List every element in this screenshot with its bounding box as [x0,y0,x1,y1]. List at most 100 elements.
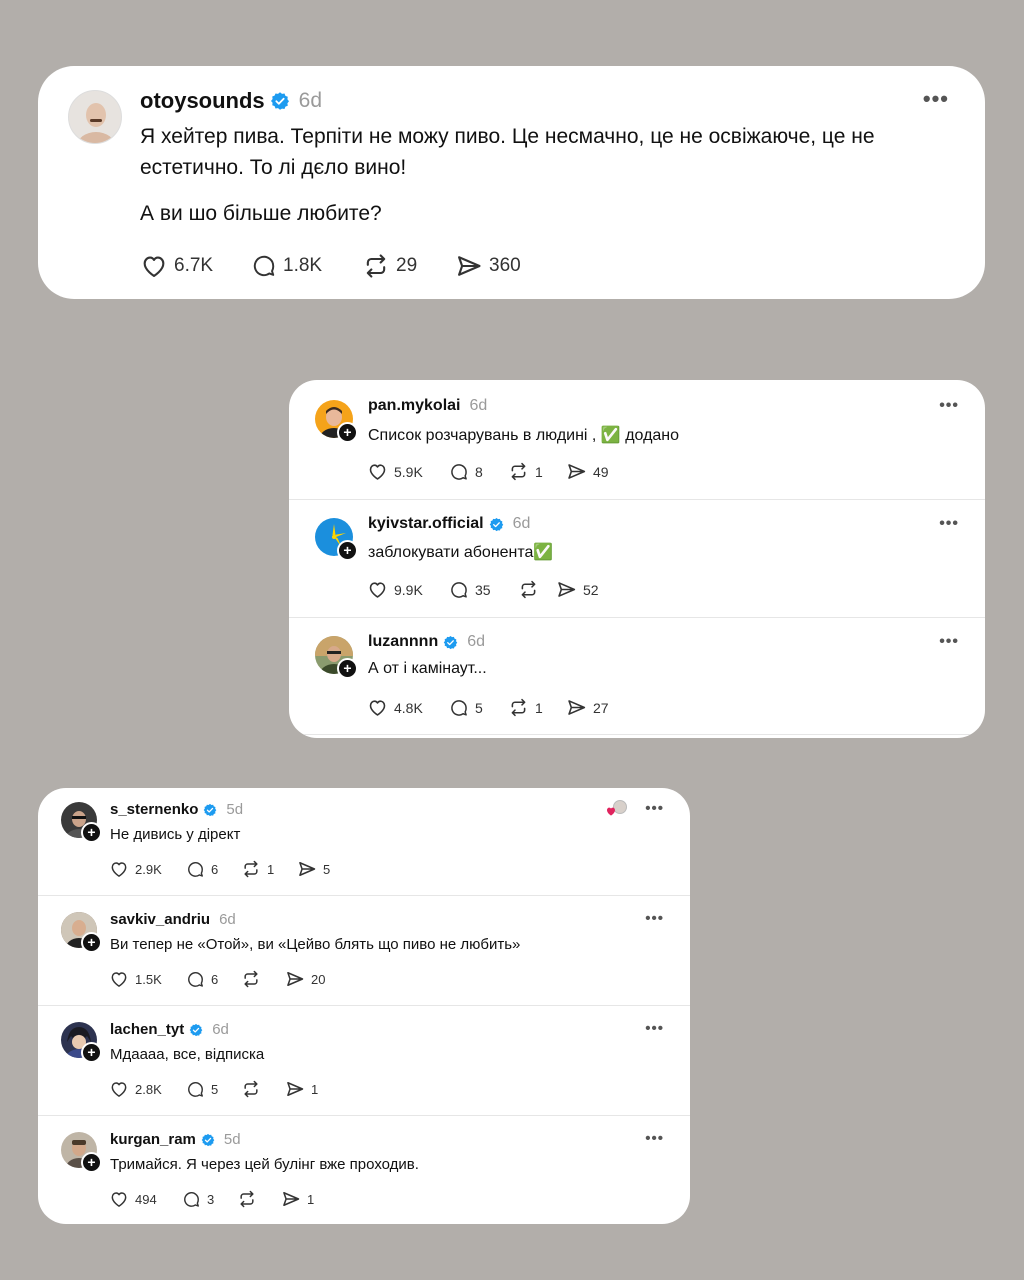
reply-button[interactable]: 5 [449,698,508,718]
more-options-icon[interactable]: ••• [923,86,949,112]
username[interactable]: lachen_tyt [110,1021,184,1038]
reply-count: 5 [211,1081,219,1097]
share-button[interactable]: 5 [297,859,330,879]
reply-button[interactable]: 35 [449,580,518,600]
follow-plus-icon[interactable]: + [81,932,102,953]
heart-icon [367,697,388,718]
comment-icon [186,860,205,879]
verified-badge-icon [270,91,290,111]
avatar[interactable]: + [61,912,102,953]
repost-button[interactable]: 1 [508,697,566,718]
repost-icon [237,1189,257,1209]
heart-icon [367,461,388,482]
share-button[interactable]: 52 [556,579,599,600]
more-options-icon[interactable]: ••• [645,910,664,927]
like-button[interactable]: 5.9K [367,461,449,482]
verified-badge-icon [443,635,458,650]
share-button[interactable]: 49 [566,461,609,482]
more-options-icon[interactable]: ••• [645,800,664,817]
username[interactable]: otoysounds [140,88,265,114]
post-time: 5d [226,801,244,818]
post-actions: 9.9K 35 52 [367,579,599,600]
share-button[interactable]: 360 [455,252,521,280]
username[interactable]: luzannnn [368,633,438,651]
comment-icon [449,580,469,600]
like-button[interactable]: 1.5K [109,969,186,989]
share-button[interactable]: 27 [566,697,609,718]
reply-button[interactable]: 3 [182,1190,237,1209]
repost-button[interactable]: 1 [508,461,566,482]
verified-badge-icon [189,1023,203,1037]
reply-text: Тримайся. Я через цей булінг вже проходи… [110,1156,419,1173]
more-options-icon[interactable]: ••• [939,397,959,415]
more-options-icon[interactable]: ••• [939,515,959,533]
reply-button[interactable]: 8 [449,462,508,482]
follow-plus-icon[interactable]: + [81,1152,102,1173]
repost-button[interactable] [518,579,556,600]
repost-button[interactable]: 29 [362,252,455,280]
share-count: 52 [583,581,599,598]
reply-button[interactable]: 1.8K [251,253,362,279]
reply-count: 6 [211,971,219,987]
share-count: 360 [489,255,521,276]
repost-icon [241,969,261,989]
repost-button[interactable] [237,1189,281,1209]
reply-item: + savkiv_andriu 6d ••• Ви тепер не «Отой… [38,898,690,1005]
like-button[interactable]: 6.7K [140,252,251,280]
repost-button[interactable]: 1 [241,859,297,879]
follow-plus-icon[interactable]: + [337,422,358,443]
like-button[interactable]: 2.8K [109,1079,186,1099]
repost-count: 29 [396,255,418,276]
heart-icon [109,1189,129,1209]
heart-icon [367,579,388,600]
avatar[interactable]: + [61,1022,102,1063]
reply-count: 35 [475,581,491,598]
reply-text: заблокувати абонента✅ [368,544,554,561]
post-time: 5d [223,1131,241,1148]
post-time: 6d [298,89,323,112]
share-button[interactable]: 1 [281,1189,314,1209]
more-options-icon[interactable]: ••• [939,633,959,651]
like-button[interactable]: 2.9K [109,859,186,879]
repost-button[interactable] [241,1079,285,1099]
share-button[interactable]: 1 [285,1079,318,1099]
share-count: 49 [593,463,609,480]
avatar[interactable]: + [61,802,102,843]
follow-plus-icon[interactable]: + [337,540,358,561]
follow-plus-icon[interactable]: + [81,1042,102,1063]
reply-item: + s_sternenko 5d ••• Не дивись у дірект … [38,788,690,895]
main-post-card: otoysounds 6d ••• Я хейтер пива. Терпіти… [38,66,985,299]
username[interactable]: kurgan_ram [110,1131,196,1148]
share-icon [297,859,317,879]
share-button[interactable]: 20 [285,969,325,989]
username[interactable]: kyivstar.official [368,515,484,533]
repost-icon [362,252,390,280]
reply-count: 5 [475,699,483,716]
reply-button[interactable]: 6 [186,860,241,879]
like-button[interactable]: 9.9K [367,579,449,600]
avatar[interactable]: + [315,400,358,443]
reply-button[interactable]: 6 [186,970,241,989]
username[interactable]: pan.mykolai [368,397,460,415]
post-actions: 494 3 1 [109,1189,314,1209]
more-options-icon[interactable]: ••• [645,1130,664,1147]
avatar[interactable]: + [61,1132,102,1173]
follow-plus-icon[interactable]: + [337,658,358,679]
follow-plus-icon[interactable]: + [81,822,102,843]
like-button[interactable]: 4.8K [367,697,449,718]
reply-button[interactable]: 5 [186,1080,241,1099]
avatar[interactable]: + [315,636,358,679]
post-time: 6d [467,633,486,650]
reply-text: Не дивись у дірект [110,826,241,843]
heart-icon [109,1079,129,1099]
post-actions: 2.9K 6 1 5 [109,859,330,879]
post-actions: 2.8K 5 1 [109,1079,318,1099]
username[interactable]: savkiv_andriu [110,911,210,928]
username[interactable]: s_sternenko [110,801,198,818]
like-button[interactable]: 494 [109,1189,182,1209]
reply-item: + luzannnn 6d ••• А от і камінаут... 4.8… [289,617,985,735]
avatar[interactable] [68,90,122,144]
avatar[interactable]: + [315,518,358,561]
more-options-icon[interactable]: ••• [645,1020,664,1037]
repost-button[interactable] [241,969,285,989]
